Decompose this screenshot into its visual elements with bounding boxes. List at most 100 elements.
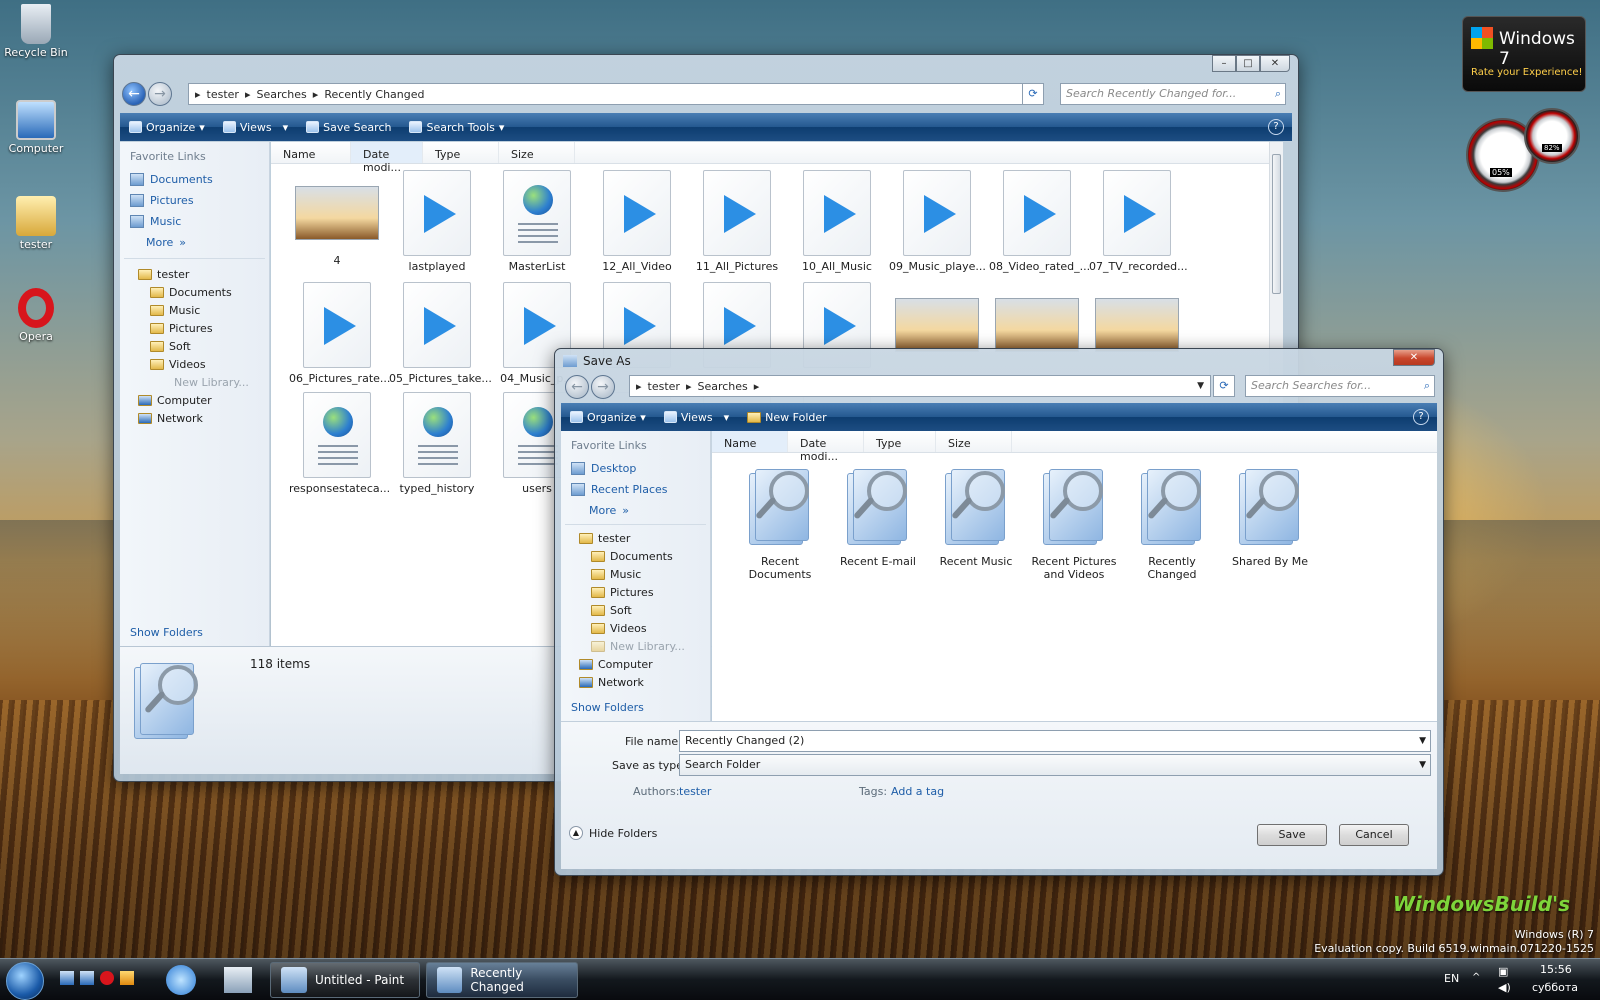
- media-player-icon[interactable]: [120, 971, 134, 985]
- tree-item-computer[interactable]: Computer: [138, 391, 269, 409]
- tree-item-tester[interactable]: tester: [138, 265, 269, 283]
- show-desktop-icon[interactable]: [60, 971, 74, 985]
- clock-day[interactable]: субботa: [1532, 981, 1578, 994]
- file-item[interactable]: typed_history: [389, 392, 485, 495]
- search-tools-button[interactable]: Search Tools ▾: [400, 113, 513, 141]
- start-button[interactable]: [6, 962, 44, 1000]
- tags-value[interactable]: Add a tag: [891, 785, 944, 798]
- save-as-type-select[interactable]: Search Folder ▼: [679, 754, 1431, 776]
- address-bar[interactable]: ▸ tester▸ Searches▸ Recently Changed ▼: [188, 83, 1044, 105]
- nav-link-recent-places[interactable]: Recent Places: [571, 481, 710, 497]
- column-size[interactable]: Size: [499, 142, 575, 163]
- views-button[interactable]: Views ▾: [214, 113, 297, 141]
- tree-item[interactable]: Pictures: [150, 319, 269, 337]
- chevron-up-icon[interactable]: ^: [1472, 972, 1480, 983]
- maximize-button[interactable]: □: [1236, 55, 1260, 72]
- views-button[interactable]: Views ▾: [655, 403, 738, 431]
- tree-item[interactable]: Soft: [150, 337, 269, 355]
- breadcrumb-item[interactable]: Searches: [256, 88, 306, 101]
- tree-item-new-library[interactable]: New Library...: [591, 637, 710, 655]
- tree-item[interactable]: Music: [150, 301, 269, 319]
- refresh-icon[interactable]: ⟳: [1022, 83, 1044, 105]
- search-input[interactable]: Search Recently Changed for... ⌕: [1060, 83, 1286, 105]
- show-folders-link[interactable]: Show Folders: [130, 626, 203, 639]
- search-folder-item[interactable]: Recent Documents: [732, 465, 828, 581]
- taskbar-button-paint[interactable]: Untitled - Paint: [270, 962, 420, 998]
- file-item[interactable]: 12_All_Video: [589, 170, 685, 273]
- search-input[interactable]: Search Searches for... ⌕: [1245, 375, 1435, 397]
- tree-item-network[interactable]: Network: [138, 409, 269, 427]
- desktop-computer[interactable]: Computer: [4, 100, 68, 155]
- forward-button[interactable]: →: [148, 82, 172, 106]
- network-tray-icon[interactable]: ▣: [1498, 965, 1508, 978]
- close-button[interactable]: ✕: [1260, 55, 1290, 72]
- file-item[interactable]: 05_Pictures_take...: [389, 282, 492, 385]
- clock-time[interactable]: 15:56: [1540, 963, 1572, 976]
- file-item[interactable]: 4: [289, 170, 385, 267]
- desktop-tester[interactable]: tester: [4, 196, 68, 251]
- tree-item-network[interactable]: Network: [579, 673, 710, 691]
- tree-item[interactable]: Music: [591, 565, 710, 583]
- close-button[interactable]: ✕: [1393, 349, 1435, 366]
- refresh-icon[interactable]: ⟳: [1213, 375, 1235, 397]
- column-type[interactable]: Type: [864, 431, 936, 452]
- desktop-opera[interactable]: Opera: [4, 288, 68, 343]
- help-icon[interactable]: ?: [1413, 409, 1429, 425]
- chevron-down-icon[interactable]: ▼: [1197, 381, 1204, 391]
- file-item[interactable]: MasterList: [489, 170, 585, 273]
- search-folder-item[interactable]: Shared By Me: [1222, 465, 1318, 568]
- tree-item[interactable]: Documents: [591, 547, 710, 565]
- nav-link-pictures[interactable]: Pictures: [130, 192, 269, 208]
- file-item[interactable]: 09_Music_playe...: [889, 170, 986, 273]
- file-item[interactable]: 07_TV_recorded...: [1089, 170, 1188, 273]
- save-as-dialog[interactable]: Save As ✕ ← → ▸ tester ▸ Searches ▸ ▼ ⟳ Se…: [554, 348, 1444, 876]
- back-button[interactable]: ←: [565, 375, 589, 399]
- save-button[interactable]: Save: [1257, 824, 1327, 846]
- file-item[interactable]: responsestateca...: [289, 392, 390, 495]
- minimize-button[interactable]: –: [1212, 55, 1236, 72]
- column-type[interactable]: Type: [423, 142, 499, 163]
- chevron-down-icon[interactable]: ▼: [1419, 755, 1426, 775]
- explorer-pin-icon[interactable]: [224, 967, 252, 993]
- cancel-button[interactable]: Cancel: [1339, 824, 1409, 846]
- switch-windows-icon[interactable]: [80, 971, 94, 985]
- more-link[interactable]: More »: [146, 234, 269, 250]
- breadcrumb-item[interactable]: tester: [207, 88, 239, 101]
- tree-item[interactable]: Documents: [150, 283, 269, 301]
- language-indicator[interactable]: EN: [1444, 972, 1459, 985]
- nav-link-music[interactable]: Music: [130, 213, 269, 229]
- address-bar[interactable]: ▸ tester ▸ Searches ▸ ▼: [629, 375, 1211, 397]
- file-item[interactable]: 06_Pictures_rate...: [289, 282, 390, 385]
- file-name-input[interactable]: Recently Changed (2) ▼: [679, 730, 1431, 752]
- tree-item-new-library[interactable]: New Library...: [174, 373, 269, 391]
- nav-link-documents[interactable]: Documents: [130, 171, 269, 187]
- search-folder-item[interactable]: Recent Pictures and Videos: [1026, 465, 1122, 581]
- column-date-modified[interactable]: Date modi...: [351, 142, 423, 174]
- chevron-down-icon[interactable]: ▼: [1419, 731, 1426, 751]
- tree-item[interactable]: Videos: [591, 619, 710, 637]
- tree-item[interactable]: Pictures: [591, 583, 710, 601]
- file-item[interactable]: 11_All_Pictures: [689, 170, 785, 273]
- breadcrumb-item[interactable]: Searches: [697, 380, 747, 393]
- windows7-gadget[interactable]: Windows 7 Rate your Experience!: [1462, 16, 1586, 92]
- tree-item-tester[interactable]: tester: [579, 529, 710, 547]
- taskbar-button-recently-changed[interactable]: Recently Changed: [426, 962, 578, 998]
- internet-explorer-icon[interactable]: [166, 965, 196, 995]
- volume-icon[interactable]: ◀): [1498, 981, 1511, 994]
- column-name[interactable]: Name: [712, 431, 788, 452]
- back-button[interactable]: ←: [122, 82, 146, 106]
- file-item[interactable]: 10_All_Music: [789, 170, 885, 273]
- tree-item-computer[interactable]: Computer: [579, 655, 710, 673]
- memory-meter-gadget[interactable]: 82%: [1524, 108, 1580, 164]
- more-link[interactable]: More »: [589, 502, 710, 518]
- organize-button[interactable]: Organize ▾: [120, 113, 214, 141]
- show-folders-link[interactable]: Show Folders: [571, 701, 644, 714]
- tree-item[interactable]: Soft: [591, 601, 710, 619]
- hide-folders-button[interactable]: ▲ Hide Folders: [569, 826, 657, 840]
- forward-button[interactable]: →: [591, 375, 615, 399]
- column-date-modified[interactable]: Date modi...: [788, 431, 864, 463]
- search-folder-item[interactable]: Recent Music: [928, 465, 1024, 568]
- help-icon[interactable]: ?: [1268, 119, 1284, 135]
- dialog-file-list[interactable]: Name Date modi... Type Size Recent Docume…: [712, 431, 1437, 721]
- column-name[interactable]: Name: [271, 142, 351, 163]
